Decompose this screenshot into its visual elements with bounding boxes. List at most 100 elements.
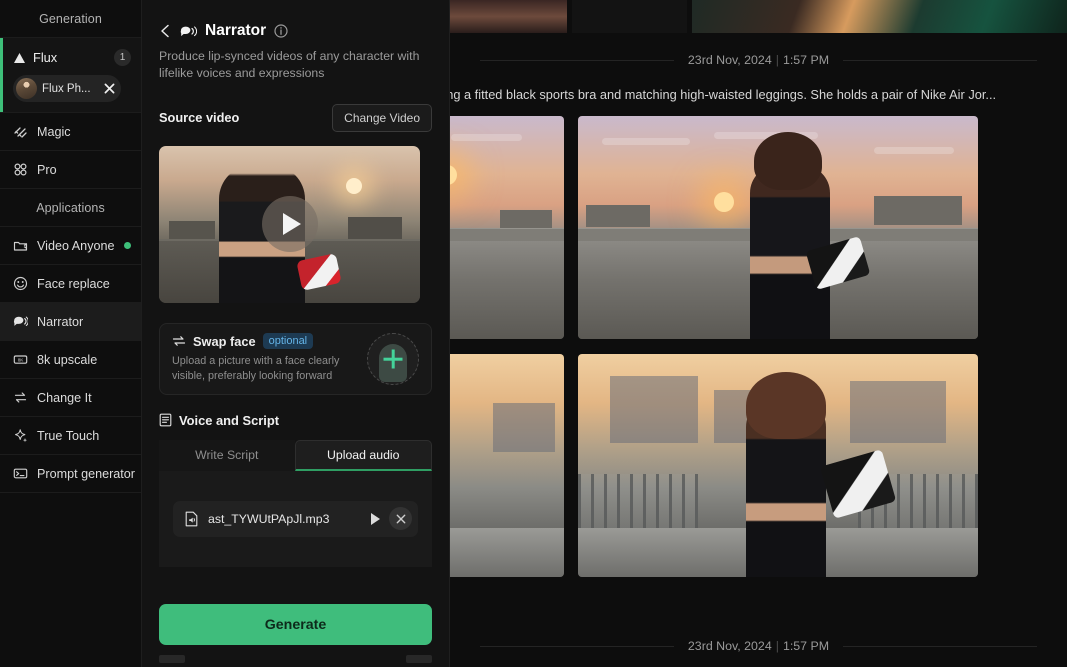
image-sunset-bridge xyxy=(578,354,978,577)
optional-badge: optional xyxy=(262,333,314,350)
left-sidebar: Generation Flux 1 Flux Ph... Magic Pro A… xyxy=(0,0,142,667)
timestamp-time: 1:57 PM xyxy=(782,639,830,653)
model-chip-flux-pro[interactable]: Flux Ph... xyxy=(13,75,121,102)
swap-face-title: Swap face xyxy=(193,333,256,349)
sparkle-star-icon xyxy=(13,428,28,443)
sidebar-item-label: True Touch xyxy=(37,428,100,443)
main-content: 23rd Nov, 2024 | 1:57 PM aring a fitted bl… xyxy=(450,0,1067,667)
chip-label: Flux Ph... xyxy=(42,82,91,95)
panel-subtitle: Produce lip-synced videos of any charact… xyxy=(159,49,420,80)
sidebar-item-label: Change It xyxy=(37,390,92,405)
timestamp-separator: | xyxy=(775,53,779,67)
rooftop-sunset-thumb-left[interactable] xyxy=(450,116,564,339)
swap-face-description: Upload a picture with a face clearly vis… xyxy=(172,355,340,383)
building-shape xyxy=(610,376,698,444)
sun-glow xyxy=(450,165,457,186)
close-icon[interactable] xyxy=(104,83,115,94)
swap-face-text: Swap face optional Upload a picture with… xyxy=(172,333,357,384)
gallery-column-main xyxy=(578,116,978,577)
generation-timestamp: 23rd Nov, 2024 | 1:57 PM xyxy=(688,53,829,67)
sidebar-item-change-it[interactable]: Change It xyxy=(0,379,141,417)
voice-script-tabs: Write Script Upload audio xyxy=(159,439,432,471)
info-icon[interactable] xyxy=(274,24,288,38)
cloud-shape xyxy=(450,133,522,141)
gallery-image-cutoff[interactable] xyxy=(450,0,567,33)
building-shape xyxy=(493,403,555,453)
divider-line xyxy=(843,59,1037,61)
timestamp-time: 1:57 PM xyxy=(782,53,830,67)
swap-face-card[interactable]: Swap face optional Upload a picture with… xyxy=(159,322,432,395)
cloud-shape xyxy=(874,147,954,155)
plus-horizontal xyxy=(383,357,403,361)
generate-button[interactable]: Generate xyxy=(159,604,432,645)
svg-text:8K: 8K xyxy=(18,358,25,363)
sidebar-item-label: Prompt generator xyxy=(37,466,136,481)
video-folder-icon xyxy=(13,238,28,253)
status-dot xyxy=(124,242,131,249)
image-sunset-bridge xyxy=(450,354,564,577)
add-face-plus-icon[interactable] xyxy=(367,332,419,385)
gallery-gap xyxy=(572,0,687,33)
sidebar-item-video-anyone[interactable]: Video Anyone xyxy=(0,227,141,265)
generation-gallery-grid xyxy=(450,102,1067,577)
page-title: Narrator xyxy=(205,22,267,39)
back-chevron-icon[interactable] xyxy=(159,24,172,38)
ground-shape xyxy=(450,240,564,339)
building-shape xyxy=(850,380,946,444)
grid-dots-icon xyxy=(13,162,28,177)
audio-file-item: ast_TYWUtPApJl.mp3 xyxy=(173,500,418,537)
script-icon xyxy=(159,414,172,427)
panel-bottom-cutoff xyxy=(159,655,432,665)
tab-upload-audio[interactable]: Upload audio xyxy=(294,439,432,471)
sidebar-item-narrator[interactable]: Narrator xyxy=(0,303,141,341)
sidebar-item-prompt-generator[interactable]: Prompt generator xyxy=(0,455,141,493)
triangle-icon xyxy=(14,52,25,63)
tab-write-script[interactable]: Write Script xyxy=(159,439,295,471)
generation-section-title: Generation xyxy=(0,0,141,38)
change-video-button[interactable]: Change Video xyxy=(332,103,432,132)
timestamp-date: 23rd Nov, 2024 xyxy=(687,639,772,653)
rooftop-sunset-main[interactable] xyxy=(578,116,978,339)
timestamp-date: 23rd Nov, 2024 xyxy=(687,53,772,67)
swap-arrows-icon xyxy=(172,336,186,347)
hair-shape xyxy=(754,131,822,190)
speech-voice-icon xyxy=(180,25,197,36)
close-circle-icon[interactable] xyxy=(389,507,412,531)
sidebar-item-pro[interactable]: Pro xyxy=(0,151,141,189)
sidebar-item-true-touch[interactable]: True Touch xyxy=(0,417,141,455)
upload-audio-area[interactable]: ast_TYWUtPApJl.mp3 xyxy=(159,470,432,567)
hair-shape xyxy=(746,371,826,439)
sparkle-icon xyxy=(13,124,28,139)
speech-voice-icon xyxy=(13,314,28,329)
source-video-preview[interactable] xyxy=(159,145,420,303)
app-root: Generation Flux 1 Flux Ph... Magic Pro A… xyxy=(0,0,1067,667)
gallery-image-cutoff[interactable] xyxy=(692,0,1067,33)
chip-avatar xyxy=(16,78,37,99)
building-shape xyxy=(874,196,962,226)
swap-face-title-row: Swap face optional xyxy=(172,333,357,350)
gallery-column-left xyxy=(450,116,564,577)
divider-top: 23rd Nov, 2024 | 1:57 PM xyxy=(450,33,1067,87)
previous-generation-row-cutoff[interactable] xyxy=(450,0,1067,33)
bridge-sunset-thumb-left[interactable] xyxy=(450,354,564,577)
sidebar-item-face-replace[interactable]: Face replace xyxy=(0,265,141,303)
bridge-sunset-main[interactable] xyxy=(578,354,978,577)
sidebar-item-label: Pro xyxy=(37,162,57,177)
divider-line xyxy=(843,645,1037,647)
image-sunset-rooftop xyxy=(450,116,564,339)
model-name: Flux xyxy=(33,50,58,65)
cloud-shape xyxy=(602,138,690,146)
sidebar-item-magic[interactable]: Magic xyxy=(0,113,141,151)
sidebar-item-label: Magic xyxy=(37,124,71,139)
prompt-text[interactable]: aring a fitted black sports bra and matc… xyxy=(450,87,1067,102)
model-row-flux[interactable]: Flux 1 xyxy=(0,38,141,72)
play-icon[interactable] xyxy=(371,512,380,525)
sidebar-item-label: Narrator xyxy=(37,314,84,329)
sidebar-item-8k-upscale[interactable]: 8K 8k upscale xyxy=(0,341,141,379)
sidebar-item-label: 8k upscale xyxy=(37,352,98,367)
divider-line xyxy=(480,645,674,647)
swap-arrows-icon xyxy=(13,390,28,405)
play-icon[interactable] xyxy=(261,196,318,253)
voice-script-header: Voice and Script xyxy=(159,413,432,428)
